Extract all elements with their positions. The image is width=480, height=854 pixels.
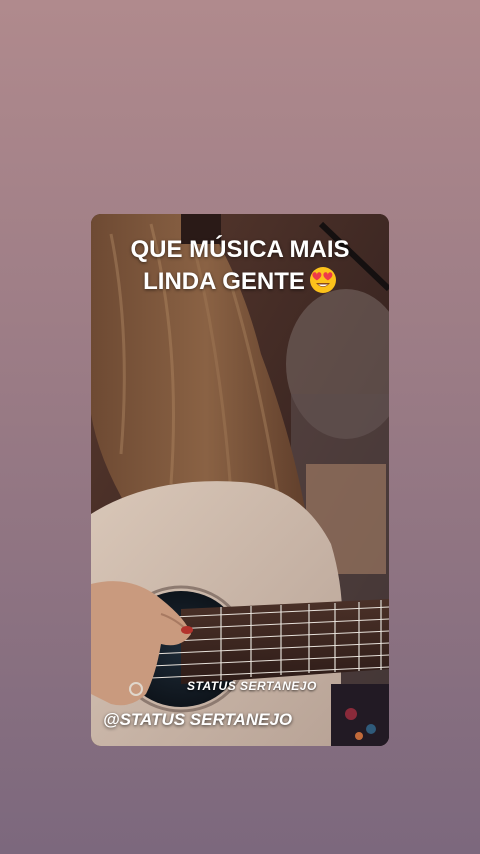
caption-line-2-text: LINDA GENTE xyxy=(143,268,305,295)
story-card: QUE MÚSICA MAIS LINDA GENTE STATUS SERTA… xyxy=(91,214,389,746)
caption-line-2: LINDA GENTE xyxy=(91,266,389,298)
watermark-text: STATUS SERTANEJO xyxy=(187,679,317,693)
account-handle: @STATUS SERTANEJO xyxy=(103,710,293,729)
story-caption: QUE MÚSICA MAIS LINDA GENTE xyxy=(91,234,389,298)
heart-eyes-emoji-icon xyxy=(309,267,336,293)
caption-line-1: QUE MÚSICA MAIS xyxy=(130,236,350,263)
